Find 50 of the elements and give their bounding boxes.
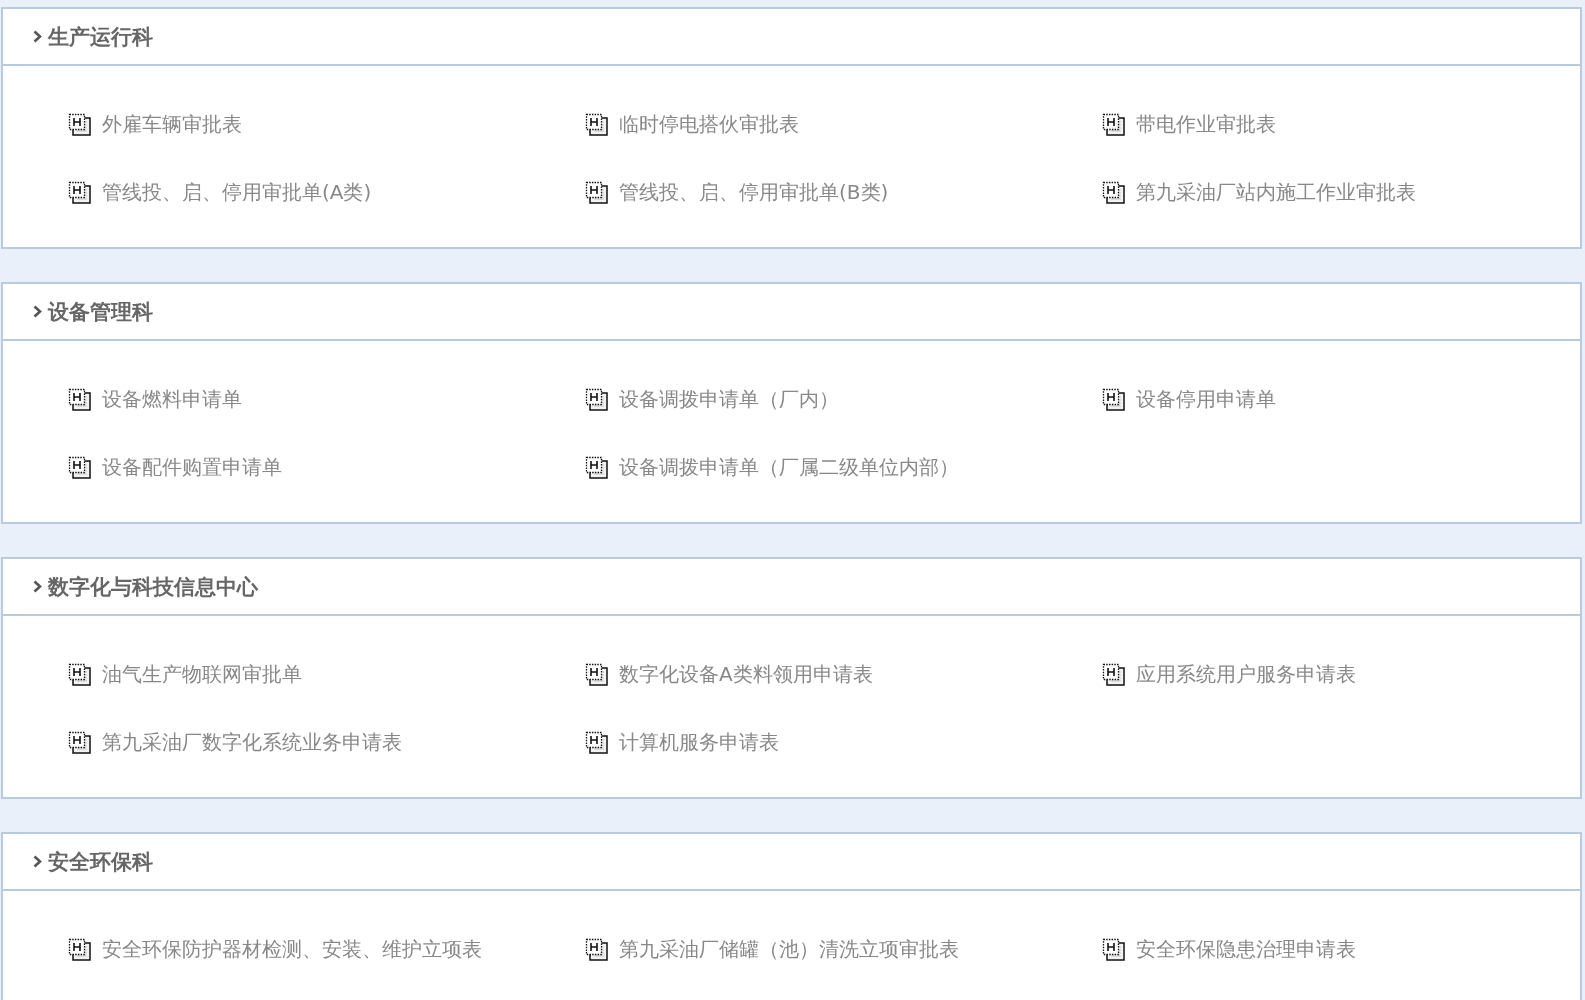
form-link[interactable]: 应用系统用户服务申请表 [1101, 660, 1356, 688]
html-document-icon [67, 180, 92, 204]
html-document-icon [1101, 112, 1126, 136]
form-link[interactable]: 设备燃料申请单 [67, 385, 242, 413]
form-link[interactable]: 安全环保隐患治理申请表 [1101, 935, 1356, 963]
category-header[interactable]: 设备管理科 [3, 284, 1580, 341]
html-document-icon [67, 937, 92, 961]
form-link[interactable]: 管线投、启、停用审批单(B类) [584, 178, 889, 206]
html-document-icon [67, 455, 92, 479]
html-document-icon [67, 662, 92, 686]
category-header[interactable]: 安全环保科 [3, 834, 1580, 891]
chevron-icon [33, 580, 42, 593]
form-link[interactable]: 临时停电搭伙审批表 [584, 110, 799, 138]
form-link[interactable]: 设备配件购置申请单 [67, 453, 282, 481]
html-document-icon [584, 937, 609, 961]
html-document-icon [67, 112, 92, 136]
form-link[interactable]: 设备调拨申请单（厂内） [584, 385, 839, 413]
form-link[interactable]: 设备停用申请单 [1101, 385, 1276, 413]
html-document-icon [67, 730, 92, 754]
form-link[interactable]: 管线投、启、停用审批单(A类) [67, 178, 372, 206]
category-header[interactable]: 生产运行科 [3, 9, 1580, 66]
form-link[interactable]: 外雇车辆审批表 [67, 110, 242, 138]
html-document-icon [1101, 662, 1126, 686]
category-title: 设备管理科 [48, 298, 153, 326]
form-link[interactable]: 安全环保防护器材检测、安装、维护立项表 [67, 935, 482, 963]
html-document-icon [584, 455, 609, 479]
chevron-icon [33, 855, 42, 868]
html-document-icon [584, 387, 609, 411]
html-document-icon [584, 730, 609, 754]
form-link[interactable]: 第九采油厂站内施工作业审批表 [1101, 178, 1416, 206]
form-link[interactable]: 第九采油厂数字化系统业务申请表 [67, 728, 402, 756]
form-link[interactable]: 数字化设备A类料领用申请表 [584, 660, 873, 688]
html-document-icon [1101, 387, 1126, 411]
html-document-icon [67, 387, 92, 411]
html-document-icon [1101, 180, 1126, 204]
html-document-icon [584, 662, 609, 686]
category-header[interactable]: 数字化与科技信息中心 [3, 559, 1580, 616]
html-document-icon [584, 180, 609, 204]
html-document-icon [1101, 937, 1126, 961]
form-link[interactable]: 设备调拨申请单（厂属二级单位内部） [584, 453, 959, 481]
form-link[interactable]: 油气生产物联网审批单 [67, 660, 302, 688]
chevron-icon [33, 305, 42, 318]
form-link[interactable]: 第九采油厂储罐（池）清洗立项审批表 [584, 935, 959, 963]
chevron-icon [33, 30, 42, 43]
category-title: 安全环保科 [48, 848, 153, 876]
form-link[interactable]: 计算机服务申请表 [584, 728, 779, 756]
form-link[interactable]: 带电作业审批表 [1101, 110, 1276, 138]
category-title: 数字化与科技信息中心 [48, 573, 258, 601]
html-document-icon [584, 112, 609, 136]
category-title: 生产运行科 [48, 23, 153, 51]
